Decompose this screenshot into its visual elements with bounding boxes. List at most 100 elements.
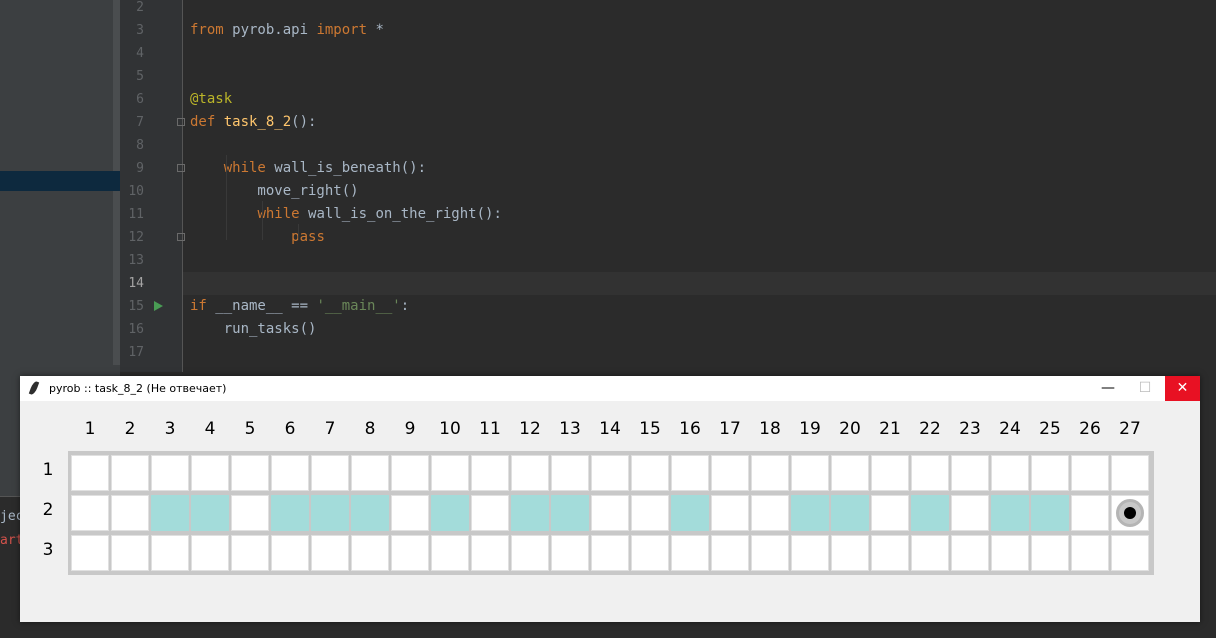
grid-cell <box>791 535 829 571</box>
row-label: 2 <box>42 500 54 520</box>
grid-cell <box>1111 455 1149 491</box>
grid-cell <box>271 455 309 491</box>
painted-cell <box>151 495 189 531</box>
grid-cell <box>711 535 749 571</box>
code-line[interactable]: @task <box>190 88 232 111</box>
line-number: 6 <box>136 92 144 107</box>
grid-cell <box>871 535 909 571</box>
fold-marker-icon[interactable] <box>177 118 185 126</box>
grid-cell <box>991 455 1029 491</box>
column-label: 17 <box>719 419 741 439</box>
grid-cell <box>471 495 509 531</box>
grid-cell <box>751 535 789 571</box>
painted-cell <box>1031 495 1069 531</box>
column-label: 15 <box>639 419 661 439</box>
grid-cell <box>671 535 709 571</box>
feather-icon <box>28 380 40 396</box>
painted-cell <box>511 495 549 531</box>
painted-cell <box>311 495 349 531</box>
grid-cell <box>1071 535 1109 571</box>
window-titlebar[interactable]: pyrob :: task_8_2 (Не отвечает) — ☐ ✕ <box>20 376 1200 401</box>
grid-cell <box>111 495 149 531</box>
fold-marker-icon[interactable] <box>177 164 185 172</box>
code-line[interactable]: while wall_is_on_the_right(): <box>190 203 501 226</box>
column-label: 27 <box>1119 419 1141 439</box>
column-label: 14 <box>599 419 621 439</box>
grid-cell <box>791 455 829 491</box>
row-label: 3 <box>42 540 54 560</box>
line-number: 11 <box>128 207 144 222</box>
line-number: 7 <box>136 115 144 130</box>
line-number: 10 <box>128 184 144 199</box>
column-label: 5 <box>244 419 256 439</box>
code-line[interactable]: move_right() <box>190 180 358 203</box>
grid-cell <box>871 455 909 491</box>
painted-cell <box>551 495 589 531</box>
window-title: pyrob :: task_8_2 (Не отвечает) <box>49 382 227 395</box>
fold-marker-icon[interactable] <box>177 233 185 241</box>
minimize-button[interactable]: — <box>1091 376 1125 401</box>
column-label: 1 <box>84 419 96 439</box>
column-label: 2 <box>124 419 136 439</box>
painted-cell <box>791 495 829 531</box>
grid-cell <box>671 455 709 491</box>
grid-cell <box>551 535 589 571</box>
grid-cell <box>231 455 269 491</box>
current-line-highlight <box>183 272 1216 295</box>
line-number: 8 <box>136 138 144 153</box>
grid-cell <box>591 535 629 571</box>
line-number: 4 <box>136 46 144 61</box>
line-number: 14 <box>128 276 144 291</box>
painted-cell <box>831 495 869 531</box>
line-number: 12 <box>128 230 144 245</box>
line-number: 15 <box>128 299 144 314</box>
code-line[interactable]: pass <box>190 226 325 249</box>
grid-cell <box>191 455 229 491</box>
column-label: 16 <box>679 419 701 439</box>
painted-cell <box>191 495 229 531</box>
grid-cell <box>71 455 109 491</box>
grid-cell <box>951 455 989 491</box>
column-label: 19 <box>799 419 821 439</box>
grid-cell <box>71 495 109 531</box>
grid-cell <box>1031 455 1069 491</box>
grid-cell <box>551 455 589 491</box>
code-line[interactable]: run_tasks() <box>190 318 317 341</box>
grid-cell <box>431 535 469 571</box>
line-number: 13 <box>128 253 144 268</box>
project-selected-item[interactable] <box>0 171 120 191</box>
indent-guide <box>226 155 227 240</box>
maximize-button[interactable]: ☐ <box>1128 376 1162 401</box>
grid-cell <box>351 535 389 571</box>
grid-cell <box>911 455 949 491</box>
grid-cell <box>391 455 429 491</box>
line-number: 3 <box>136 23 144 38</box>
column-label: 26 <box>1079 419 1101 439</box>
robot-icon <box>1116 499 1144 527</box>
close-button[interactable]: ✕ <box>1165 376 1200 401</box>
robot-center-dot <box>1124 507 1136 519</box>
grid-cell <box>951 495 989 531</box>
code-line[interactable]: def task_8_2(): <box>190 111 316 134</box>
column-label: 8 <box>364 419 376 439</box>
grid-cell <box>591 495 629 531</box>
code-line[interactable]: if __name__ == '__main__': <box>190 295 409 318</box>
indent-guide <box>298 224 299 240</box>
grid-cell <box>1111 535 1149 571</box>
grid-cell <box>231 535 269 571</box>
run-icon[interactable] <box>154 301 163 311</box>
grid-cell <box>511 455 549 491</box>
column-label: 12 <box>519 419 541 439</box>
painted-cell <box>351 495 389 531</box>
indent-guide <box>262 201 263 240</box>
column-label: 25 <box>1039 419 1061 439</box>
grid-cell <box>831 535 869 571</box>
grid-cell <box>1031 535 1069 571</box>
grid-cell <box>631 535 669 571</box>
pyrob-window: pyrob :: task_8_2 (Не отвечает) — ☐ ✕ 12… <box>20 376 1200 622</box>
grid-cell <box>231 495 269 531</box>
grid-cell <box>351 455 389 491</box>
grid-cell <box>431 455 469 491</box>
grid-cell <box>151 535 189 571</box>
code-line[interactable]: from pyrob.api import * <box>190 19 384 42</box>
